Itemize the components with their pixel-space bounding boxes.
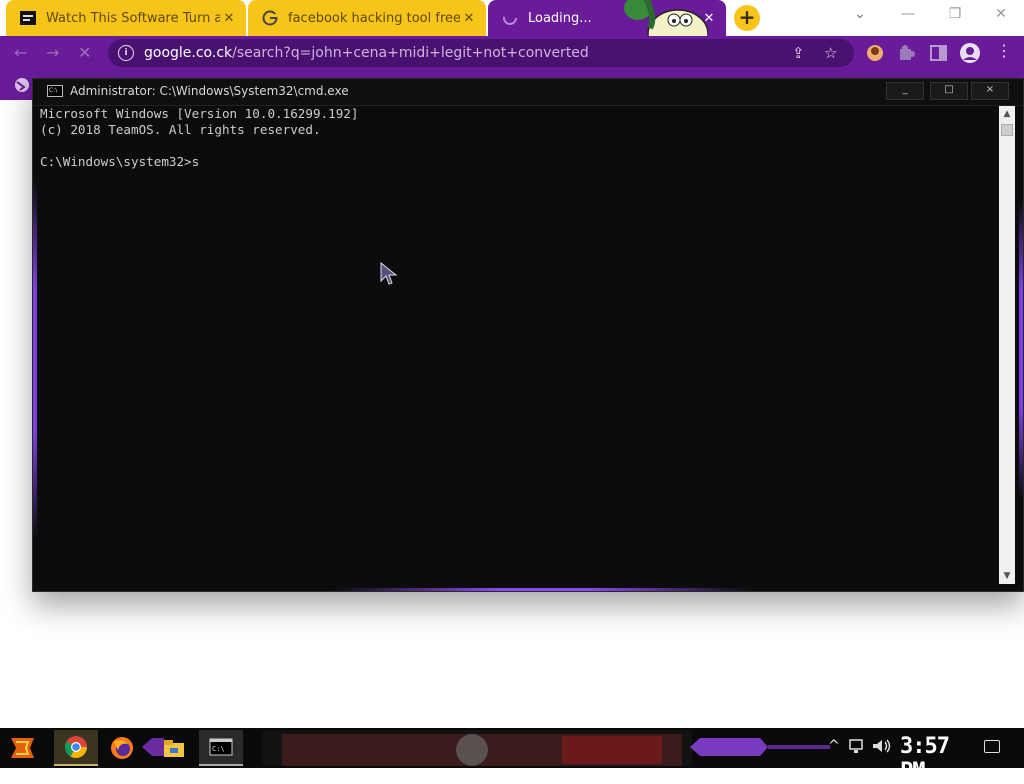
back-arrow-icon[interactable]: ← <box>14 43 27 62</box>
bookmark-star-icon[interactable]: ☆ <box>824 44 837 62</box>
stop-loading-icon[interactable]: ✕ <box>78 43 91 62</box>
chrome-menu-icon[interactable]: ⋮ <box>996 41 1014 60</box>
console-prompt-line: C:\Windows\system32>s <box>40 154 200 169</box>
new-tab-button[interactable]: + <box>734 5 760 31</box>
site-info-icon[interactable]: i <box>118 45 134 61</box>
scroll-down-arrow-icon[interactable]: ▼ <box>999 568 1015 584</box>
profile-avatar-extension-icon[interactable] <box>866 44 884 62</box>
console-line: (c) 2018 TeamOS. All rights reserved. <box>40 122 321 137</box>
loading-spinner-icon <box>502 10 518 26</box>
console-scrollbar[interactable]: ▲ ▼ <box>999 106 1015 584</box>
address-url[interactable]: google.co.ck/search?q=john+cena+midi+leg… <box>144 45 589 61</box>
purple-glow-decoration <box>33 179 37 539</box>
purple-glow-decoration <box>333 588 753 591</box>
side-panel-icon[interactable] <box>930 44 948 62</box>
cmd-icon[interactable]: C:\ <box>199 730 243 766</box>
share-icon[interactable]: ⇪ <box>792 44 805 62</box>
scrollbar-thumb[interactable] <box>1001 124 1013 136</box>
forward-arrow-icon[interactable]: → <box>46 43 59 62</box>
tab-title: Watch This Software Turn a C <box>46 10 220 26</box>
svg-text:C:\: C:\ <box>212 745 225 753</box>
cmd-minimize-button[interactable]: _ <box>886 82 924 100</box>
chrome-icon[interactable] <box>54 730 98 766</box>
account-profile-icon[interactable] <box>960 43 980 63</box>
tab-title: facebook hacking tool free dow <box>288 10 460 26</box>
network-icon[interactable] <box>848 738 866 758</box>
bookmark-globe-icon[interactable] <box>14 77 32 95</box>
purple-streak-decoration <box>690 736 830 758</box>
cmd-title-bar[interactable]: C:\ Administrator: C:\Windows\System32\c… <box>33 79 1023 106</box>
start-icon[interactable] <box>8 734 38 762</box>
browser-tab-3-active[interactable]: Loading... ✕ <box>488 0 726 59</box>
tab-close-icon[interactable]: ✕ <box>460 11 478 26</box>
window-restore-button[interactable]: ❐ <box>940 6 970 22</box>
browser-tab-1[interactable]: Watch This Software Turn a C ✕ <box>6 0 246 36</box>
browser-toolbar: ← → ✕ i google.co.ck/search?q=john+cena+… <box>0 36 1024 70</box>
square-logo-icon <box>20 10 36 26</box>
window-close-button[interactable]: ✕ <box>986 6 1016 22</box>
browser-tab-strip: Watch This Software Turn a C ✕ facebook … <box>0 0 1024 59</box>
taskbar-background-art-decoration <box>262 730 692 766</box>
tab-close-icon[interactable]: ✕ <box>220 11 238 26</box>
browser-tab-2[interactable]: facebook hacking tool free dow ✕ <box>248 0 486 36</box>
cmd-window-icon: C:\ <box>47 85 63 97</box>
address-bar[interactable]: i google.co.ck/search?q=john+cena+midi+l… <box>108 39 854 67</box>
cmd-close-button[interactable]: × <box>971 82 1009 100</box>
google-g-icon <box>262 10 278 26</box>
scroll-up-arrow-icon[interactable]: ▲ <box>999 106 1015 122</box>
cmd-window-title: Administrator: C:\Windows\System32\cmd.e… <box>70 84 349 98</box>
volume-speaker-icon[interactable] <box>872 738 892 758</box>
purple-glow-decoration <box>1019 199 1023 499</box>
cmd-maximize-button[interactable]: □ <box>930 82 968 100</box>
taskbar-clock[interactable]: 3:57 PM <box>900 734 964 784</box>
console-output[interactable]: Microsoft Windows [Version 10.0.16299.19… <box>40 106 1000 586</box>
extensions-puzzle-icon[interactable] <box>898 44 916 62</box>
window-minimize-button[interactable]: — <box>893 6 923 22</box>
file-explorer-icon[interactable] <box>152 730 196 766</box>
windows-taskbar: C:\ ^ 3:57 PM <box>0 728 1024 784</box>
command-prompt-window[interactable]: C:\ Administrator: C:\Windows\System32\c… <box>32 78 1024 592</box>
tab-search-chevron-icon[interactable]: ⌄ <box>854 6 866 22</box>
tray-overflow-chevron-icon[interactable]: ^ <box>828 738 840 754</box>
action-center-notification-icon[interactable] <box>984 740 1000 753</box>
firefox-icon[interactable] <box>100 730 144 766</box>
console-line: Microsoft Windows [Version 10.0.16299.19… <box>40 106 359 121</box>
